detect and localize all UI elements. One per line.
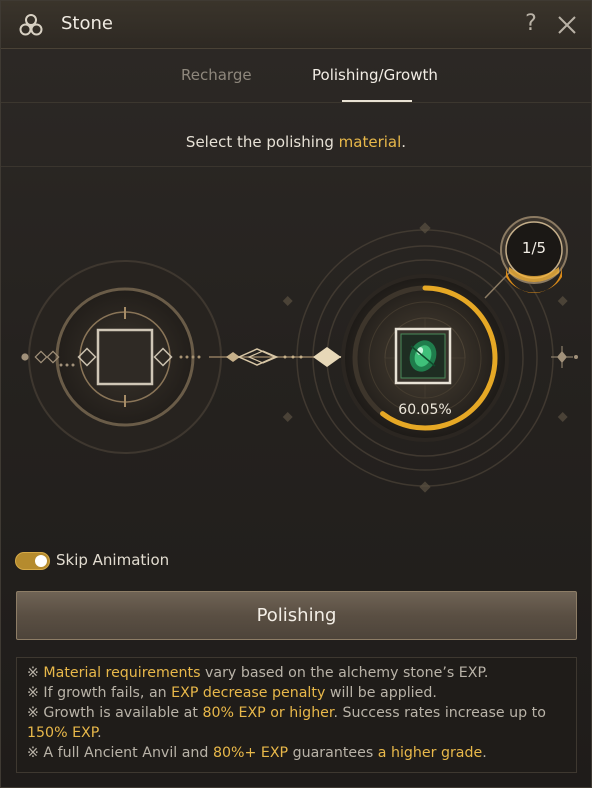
note-4: ※ A full Ancient Anvil and 80%+ EXP guar… — [27, 743, 566, 763]
note-mark: ※ — [27, 665, 44, 681]
note-highlight: 80% EXP or higher — [202, 705, 334, 721]
note-text: If growth fails, an — [43, 685, 172, 701]
note-highlight: 80%+ EXP — [212, 745, 289, 761]
note-text: . Success rates increase up to — [333, 705, 546, 721]
note-text: Growth is available at — [43, 705, 203, 721]
tab-recharge[interactable]: Recharge — [181, 66, 252, 84]
toggle-knob — [35, 555, 47, 567]
note-text: will be applied. — [325, 685, 437, 701]
triskele-icon — [19, 14, 43, 36]
instruction-highlight: material — [338, 133, 402, 151]
note-3: ※ Growth is available at 80% EXP or high… — [27, 703, 566, 743]
note-mark: ※ — [27, 705, 44, 721]
note-text: . — [97, 725, 102, 741]
skip-animation-label: Skip Animation — [56, 551, 170, 569]
note-2: ※ If growth fails, an EXP decrease penal… — [27, 683, 566, 703]
note-highlight: 150% EXP — [27, 725, 98, 741]
skip-animation-toggle[interactable] — [15, 552, 50, 570]
exp-percent: 60.05% — [398, 402, 452, 418]
note-text: guarantees — [288, 745, 378, 761]
note-highlight: Material requirements — [43, 665, 201, 681]
tab-bar: Recharge Polishing/Growth — [1, 49, 591, 103]
note-mark: ※ — [27, 745, 44, 761]
close-icon[interactable] — [556, 14, 578, 36]
instruction-text: Select the polishing material. — [1, 117, 591, 167]
note-highlight: EXP decrease penalty — [171, 685, 326, 701]
note-text: vary based on the alchemy stone’s EXP. — [200, 665, 489, 681]
note-mark: ※ — [27, 685, 44, 701]
instruction-suffix: . — [401, 133, 407, 151]
note-text: . — [482, 745, 487, 761]
note-1: ※ Material requirements vary based on th… — [27, 663, 566, 683]
window-title: Stone — [61, 13, 113, 34]
note-highlight: a higher grade — [377, 745, 483, 761]
polishing-button[interactable]: Polishing — [16, 591, 577, 640]
notes-panel: ※ Material requirements vary based on th… — [16, 657, 577, 773]
tab-polishing-growth[interactable]: Polishing/Growth — [312, 66, 438, 84]
title-bar: Stone ? — [1, 1, 591, 49]
stone-window: Stone ? Recharge Polishing/Growth Select… — [0, 0, 592, 788]
instruction-prefix: Select the polishing — [185, 133, 339, 151]
stone-count: 1/5 — [521, 239, 547, 257]
note-text: A full Ancient Anvil and — [43, 745, 213, 761]
active-tab-indicator — [342, 100, 412, 102]
material-slot[interactable] — [96, 328, 154, 386]
alchemy-stage — [21, 216, 578, 493]
help-icon[interactable]: ? — [521, 11, 541, 36]
